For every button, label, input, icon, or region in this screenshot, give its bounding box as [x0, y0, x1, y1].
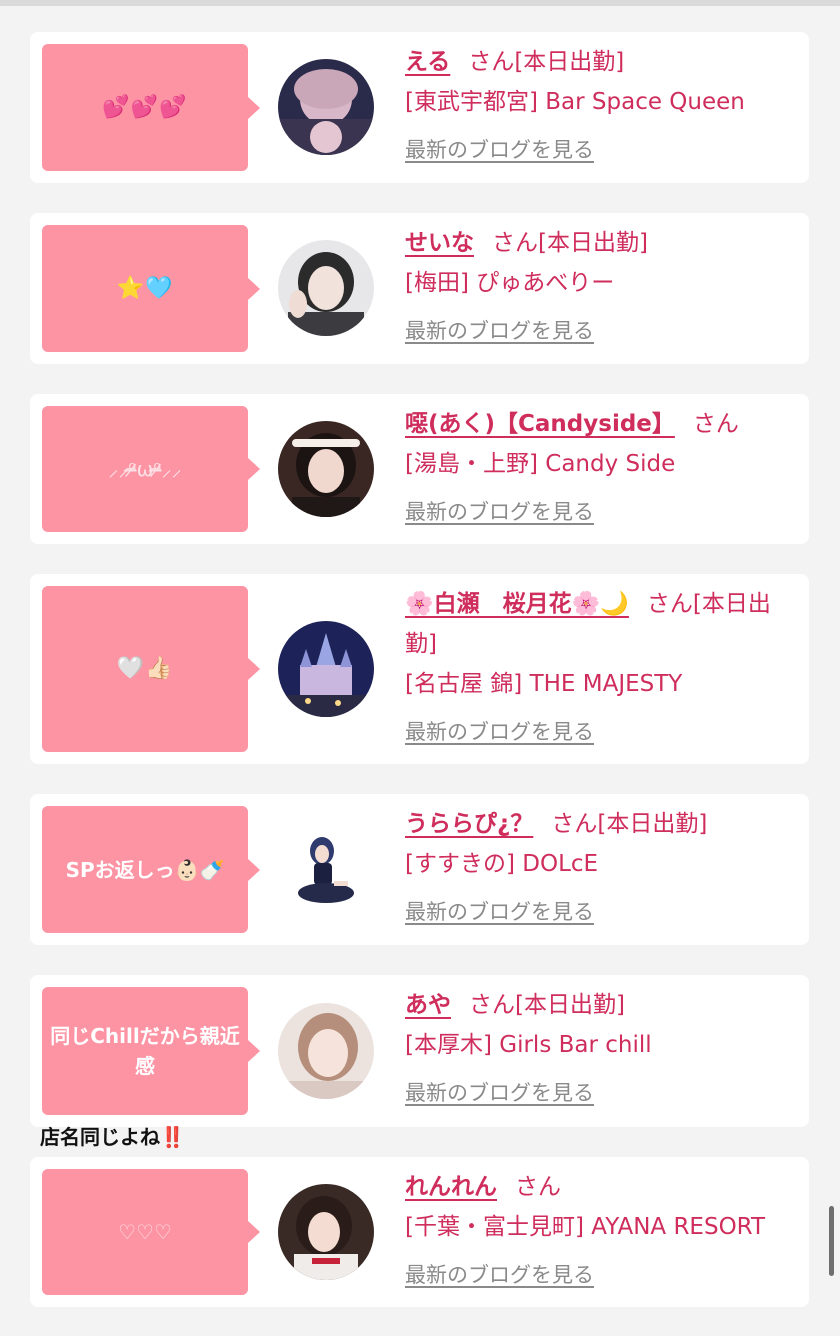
exclamation-icon: ‼️ — [160, 1125, 185, 1149]
overlay-note-text: 店名同じよね — [40, 1125, 160, 1149]
message-text: ⸝⸝ᵒ̴̶̷ωᵒ̴̶̷⸝⸝ — [108, 457, 182, 481]
top-divider — [0, 0, 840, 6]
blog-link[interactable]: 最新のブログを見る — [405, 130, 594, 170]
list-item: 💕💕💕 える さん[本日出勤] [東武宇都宮] Bar Space Queen 最… — [30, 32, 809, 183]
shop-name: [千葉・富士見町] AYANA RESORT — [405, 1214, 766, 1240]
shop-name: [梅田] ぴゅあべりー — [405, 270, 615, 296]
avatar[interactable] — [278, 240, 374, 336]
avatar[interactable] — [278, 1003, 374, 1099]
message-text: ⭐🩵 — [116, 275, 174, 301]
avatar[interactable] — [278, 821, 374, 917]
avatar[interactable] — [278, 421, 374, 517]
message-bubble: ⭐🩵 — [42, 225, 260, 352]
list-item: SPお返しっ👶🏻🍼 うららぴ¿？ さん[本日出勤] [すすきの] DOLcE 最新… — [30, 794, 809, 945]
blog-link[interactable]: 最新のブログを見る — [405, 892, 594, 932]
cast-name-link[interactable]: せいな — [405, 230, 474, 256]
name-suffix: さん[本日出勤] — [468, 49, 625, 75]
message-text: ♡♡♡ — [118, 1220, 172, 1244]
list-item: ⸝⸝ᵒ̴̶̷ωᵒ̴̶̷⸝⸝ 噁(あく)【Candyside】 さん [湯島・上野]… — [30, 394, 809, 544]
cast-name-link[interactable]: える — [405, 49, 450, 75]
shop-name: [東武宇都宮] Bar Space Queen — [405, 89, 745, 115]
message-bubble: 🤍👍🏻 — [42, 586, 260, 752]
list-item: ♡♡♡ れんれん さん [千葉・富士見町] AYANA RESORT 最新のブログ… — [30, 1157, 809, 1307]
name-suffix: さん[本日出勤] — [492, 230, 648, 256]
name-suffix: さん[本日出勤] — [551, 811, 708, 837]
blog-link[interactable]: 最新のブログを見る — [405, 1073, 594, 1113]
message-text: 同じChillだから親近感 — [50, 1024, 240, 1078]
message-text: 🤍👍🏻 — [116, 656, 174, 681]
message-bubble: ⸝⸝ᵒ̴̶̷ωᵒ̴̶̷⸝⸝ — [42, 406, 260, 532]
message-bubble: SPお返しっ👶🏻🍼 — [42, 806, 260, 933]
blog-link[interactable]: 最新のブログを見る — [405, 492, 594, 532]
message-bubble: 💕💕💕 — [42, 44, 260, 171]
avatar[interactable] — [278, 621, 374, 717]
cast-name-link[interactable]: あや — [405, 992, 451, 1018]
message-text: SPお返しっ👶🏻🍼 — [65, 857, 225, 882]
cast-name-link[interactable]: 🌸白瀬 桜月花🌸🌙 — [405, 591, 629, 617]
list-item: ⭐🩵 せいな さん[本日出勤] [梅田] ぴゅあべりー 最新のブログを見る — [30, 213, 809, 364]
blog-link[interactable]: 最新のブログを見る — [405, 311, 594, 351]
shop-name: [本厚木] Girls Bar chill — [405, 1032, 652, 1058]
list-item: 🤍👍🏻 🌸白瀬 桜月花🌸🌙 さん[本日出勤] [名古屋 錦] THE MAJEST… — [30, 574, 809, 764]
list-item: 同じChillだから親近感 あや さん[本日出勤] [本厚木] Girls Bar… — [30, 975, 809, 1127]
blog-link[interactable]: 最新のブログを見る — [405, 712, 594, 752]
name-suffix: さん[本日出勤] — [469, 992, 625, 1018]
shop-name: [名古屋 錦] THE MAJESTY — [405, 671, 683, 697]
scrollbar[interactable] — [829, 1206, 834, 1276]
shop-name: [すすきの] DOLcE — [405, 851, 599, 877]
cast-name-link[interactable]: れんれん — [405, 1174, 497, 1200]
blog-link[interactable]: 最新のブログを見る — [405, 1255, 594, 1295]
name-suffix: さん — [692, 411, 739, 437]
overlay-note: 店名同じよね‼️ — [40, 1121, 185, 1150]
message-bubble: 同じChillだから親近感 — [42, 987, 260, 1115]
cast-name-link[interactable]: 噁(あく)【Candyside】 — [405, 411, 675, 437]
message-text: 💕💕💕 — [102, 94, 188, 120]
cast-name-link[interactable]: うららぴ¿？ — [405, 811, 533, 837]
avatar[interactable] — [278, 1184, 374, 1280]
name-suffix: さん — [515, 1174, 561, 1200]
message-bubble: ♡♡♡ — [42, 1169, 260, 1295]
avatar[interactable] — [278, 59, 374, 155]
shop-name: [湯島・上野] Candy Side — [405, 451, 676, 477]
